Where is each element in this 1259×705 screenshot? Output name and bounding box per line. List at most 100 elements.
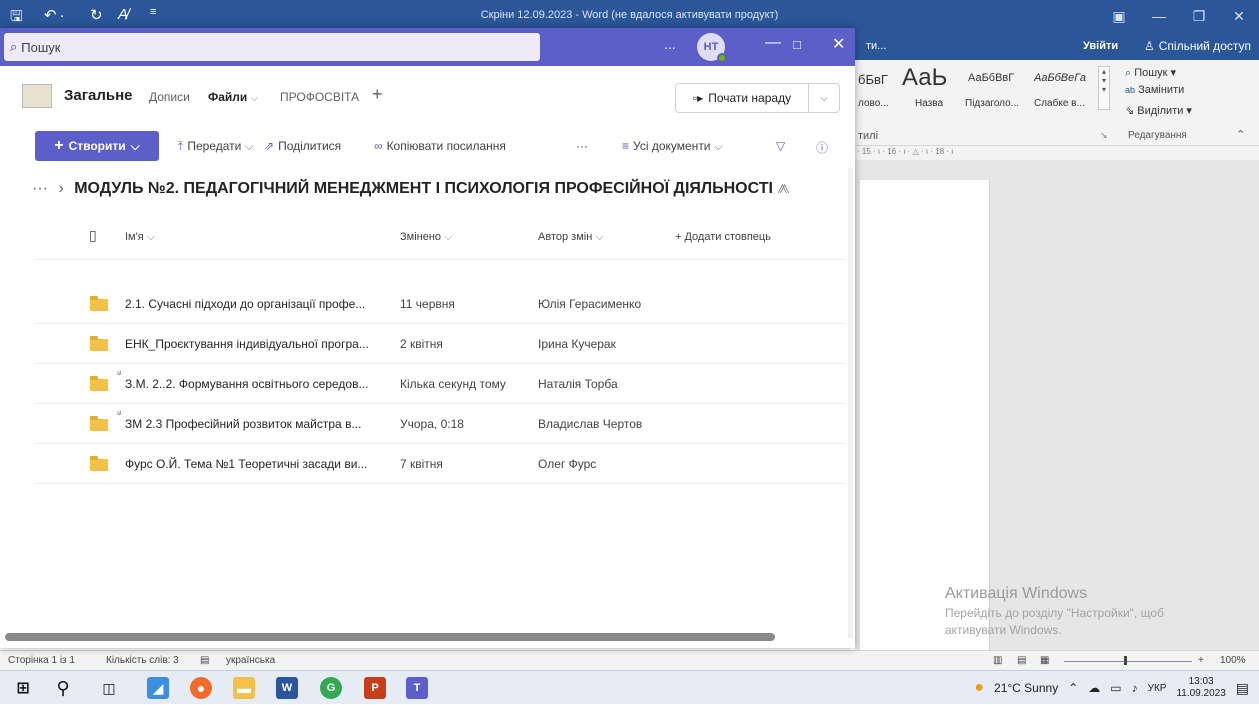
- chevron-down-icon[interactable]: ⌵: [809, 84, 839, 112]
- zoom-slider[interactable]: [1064, 661, 1192, 662]
- column-author[interactable]: Автор змін ⌵: [538, 231, 604, 244]
- tab-profosvita[interactable]: ПРОФОСВІТА: [280, 90, 359, 104]
- tray-overflow-icon[interactable]: ⌃: [1068, 681, 1078, 695]
- table-row[interactable]: ˢˡ ЗМ 2.3 Професійний розвиток майстра в…: [35, 404, 845, 444]
- channel-name: Загальне: [64, 87, 133, 104]
- start-meeting-main[interactable]: ▫▸ Почати нараду: [676, 84, 809, 112]
- lang-indicator[interactable]: УКР: [1148, 683, 1167, 694]
- signin-link[interactable]: Увійти: [1083, 40, 1118, 52]
- copy-link-button[interactable]: ∞ Копіювати посилання: [374, 139, 506, 153]
- clock[interactable]: 13:03 11.09.2023: [1176, 676, 1225, 700]
- close-icon[interactable]: ✕: [1219, 0, 1259, 32]
- find-button[interactable]: ⌕ Пошук ▾: [1125, 66, 1176, 80]
- maximize-icon[interactable]: □: [793, 37, 801, 52]
- onedrive-icon[interactable]: ☁: [1088, 681, 1100, 695]
- horizontal-scrollbar[interactable]: [5, 633, 775, 641]
- read-mode-icon[interactable]: ▥: [993, 655, 1002, 666]
- start-icon[interactable]: ⊞: [12, 677, 34, 699]
- collapse-ribbon-icon[interactable]: ⌃: [1236, 128, 1245, 141]
- column-name[interactable]: Ім'я ⌵: [125, 231, 155, 244]
- more-options-icon[interactable]: ...: [664, 36, 676, 52]
- maximize-icon[interactable]: ❐: [1179, 0, 1219, 32]
- share-button[interactable]: ♙ Спільний доступ: [1144, 35, 1251, 57]
- styles-scroll[interactable]: ▴ ▾ ▾: [1098, 66, 1110, 110]
- print-layout-icon[interactable]: ▤: [1017, 655, 1026, 666]
- tab-posts[interactable]: Дописи: [149, 90, 190, 104]
- table-row[interactable]: Фурс О.Й. Тема №1 Теоретичні засади ви..…: [35, 444, 845, 484]
- firefox-icon[interactable]: ●: [190, 677, 212, 699]
- table-row[interactable]: ЕНК_Проєктування індивідуальної програ..…: [35, 324, 845, 364]
- presence-available-icon: [717, 53, 727, 63]
- file-name[interactable]: З.М. 2..2. Формування освітнього середов…: [125, 377, 368, 391]
- task-view-icon[interactable]: ◫: [98, 677, 120, 699]
- cursor-icon: ⇘: [1125, 105, 1135, 117]
- weather-text[interactable]: 21°C Sunny: [994, 681, 1058, 695]
- table-row[interactable]: 2.1. Сучасні підходи до організації проф…: [35, 284, 845, 324]
- search-input[interactable]: ⌕ Пошук: [4, 33, 540, 61]
- file-name[interactable]: ЕНК_Проєктування індивідуальної програ..…: [125, 337, 369, 351]
- document-page[interactable]: [860, 180, 990, 650]
- zoom-level[interactable]: 100%: [1220, 655, 1246, 666]
- file-name[interactable]: Фурс О.Й. Тема №1 Теоретичні засади ви..…: [125, 457, 367, 471]
- table-row[interactable]: ˢˡ З.М. 2..2. Формування освітнього сере…: [35, 364, 845, 404]
- file-modified: 11 червня: [400, 297, 455, 311]
- column-modified[interactable]: Змінено ⌵: [400, 231, 452, 244]
- folder-icon: [90, 376, 108, 391]
- zoom-in-icon[interactable]: +: [1198, 655, 1204, 666]
- ribbon-display-icon[interactable]: ▣: [1099, 0, 1139, 32]
- start-meeting-label: Почати нараду: [708, 91, 792, 105]
- zoom-slider-thumb[interactable]: [1124, 656, 1127, 665]
- info-icon[interactable]: ⓘ: [816, 139, 828, 156]
- people-icon[interactable]: ⨇: [777, 182, 789, 196]
- start-meeting-button[interactable]: ▫▸ Почати нараду ⌵: [675, 83, 840, 113]
- page-count[interactable]: Сторінка 1 із 1: [8, 655, 75, 666]
- search-icon[interactable]: ⚲: [52, 677, 74, 699]
- chrome-icon[interactable]: G: [320, 677, 342, 699]
- upload-button[interactable]: ⤒ Передати ⌵: [178, 139, 254, 154]
- add-column-button[interactable]: + Додати стовпець: [675, 231, 771, 243]
- explorer-icon[interactable]: ◢: [147, 677, 169, 699]
- volume-icon[interactable]: ♪: [1132, 681, 1138, 695]
- network-icon[interactable]: ▭: [1110, 681, 1121, 695]
- select-button[interactable]: ⇘ Виділити ▾: [1125, 104, 1192, 117]
- filter-icon[interactable]: ▽: [776, 139, 785, 153]
- notifications-icon[interactable]: ▤: [1236, 680, 1249, 697]
- share-button[interactable]: ⇗ Поділитися: [264, 139, 341, 153]
- tab-files[interactable]: Файли ⌵: [208, 90, 258, 104]
- share-icon: ⇗: [264, 139, 275, 153]
- vertical-scrollbar[interactable]: [848, 168, 853, 638]
- close-icon[interactable]: ✕: [832, 34, 845, 54]
- teams-icon[interactable]: T: [406, 677, 428, 699]
- minimize-icon[interactable]: —: [765, 34, 781, 52]
- folder-icon: [90, 416, 108, 431]
- proofing-icon[interactable]: ▤: [200, 655, 209, 666]
- ruler: · 15 · ı · 16 · ı · △ · ı · 18 · ı: [855, 146, 1259, 160]
- team-logo[interactable]: [22, 84, 52, 108]
- file-modified: Кілька секунд тому: [400, 377, 506, 391]
- minimize-icon[interactable]: —: [1139, 0, 1179, 32]
- language-indicator[interactable]: українська: [226, 655, 275, 666]
- styles-dialog-icon[interactable]: ↘: [1100, 130, 1108, 141]
- file-name[interactable]: ЗМ 2.3 Професійний розвиток майстра в...: [125, 417, 361, 431]
- weather-icon[interactable]: ●: [974, 679, 984, 697]
- view-selector[interactable]: ≡ Усі документи ⌵: [622, 139, 723, 154]
- word-icon[interactable]: W: [276, 677, 298, 699]
- word-statusbar: Сторінка 1 із 1 Кількість слів: 3 ▤ укра…: [0, 650, 1259, 670]
- powerpoint-icon[interactable]: P: [364, 677, 386, 699]
- ribbon-tab-partial[interactable]: ти...: [866, 40, 886, 52]
- styles-group-label: тилі: [858, 130, 879, 142]
- add-tab-icon[interactable]: +: [372, 84, 383, 105]
- breadcrumb-more[interactable]: ···: [32, 180, 48, 197]
- replace-button[interactable]: ab Замінити: [1125, 84, 1184, 96]
- more-commands-icon[interactable]: ···: [576, 139, 588, 153]
- file-type-icon[interactable]: ▯: [89, 227, 97, 244]
- video-camera-icon: ▫▸: [692, 91, 704, 105]
- file-name[interactable]: 2.1. Сучасні підходи до організації проф…: [125, 297, 365, 311]
- file-explorer-icon[interactable]: ▬: [233, 677, 255, 699]
- word-count[interactable]: Кількість слів: 3: [106, 655, 179, 666]
- file-modified: 7 квітня: [400, 457, 443, 471]
- create-button[interactable]: + Створити ⌵: [35, 131, 159, 161]
- view-icon: ≡: [622, 139, 630, 153]
- chevron-down-icon: ⌵: [250, 93, 259, 104]
- web-layout-icon[interactable]: ▦: [1040, 655, 1049, 666]
